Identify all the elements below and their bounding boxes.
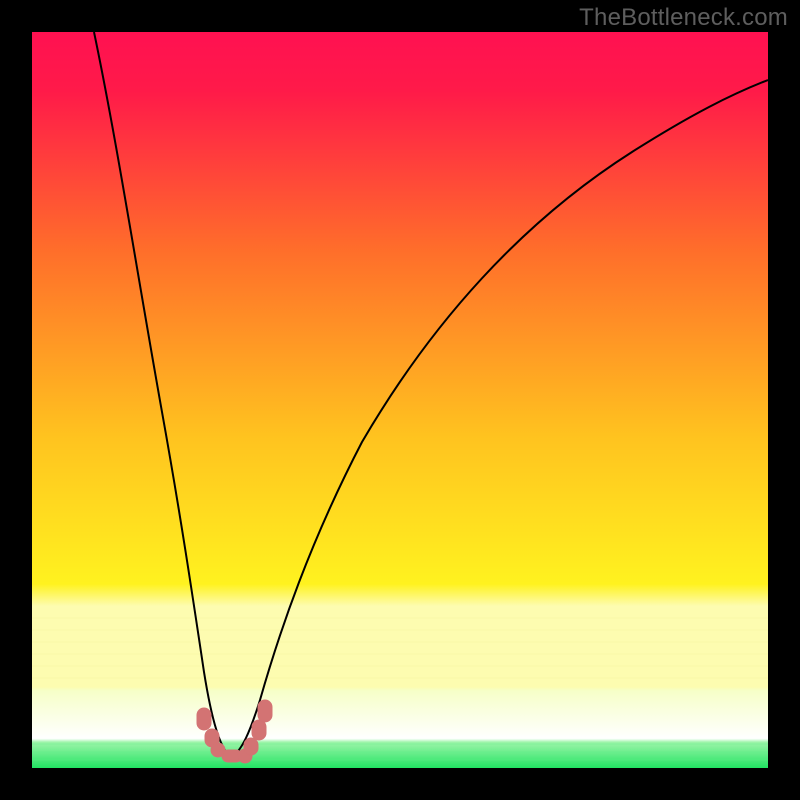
watermark-text: TheBottleneck.com [579,4,788,32]
chart-svg [32,32,768,768]
chart-canvas [32,32,768,768]
gradient-background [32,32,768,768]
outer-frame: TheBottleneck.com [0,0,800,800]
